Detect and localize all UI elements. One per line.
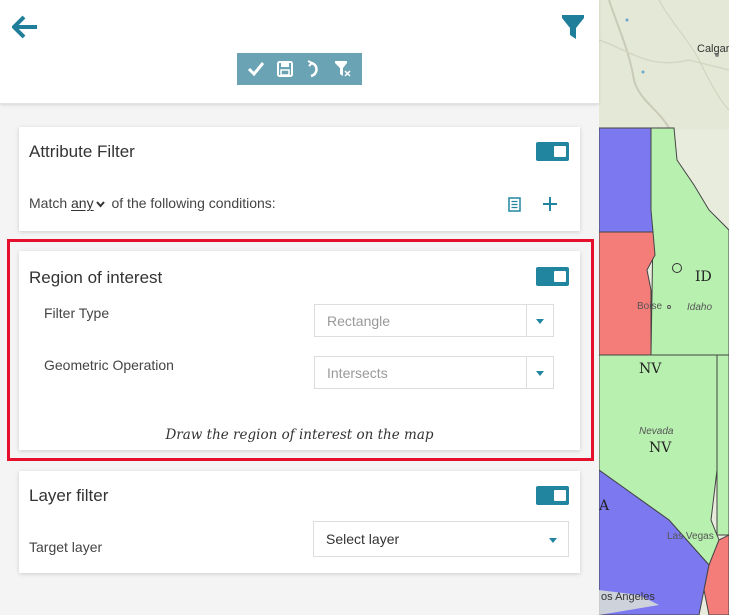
arrow-left-icon (12, 15, 37, 39)
action-toolbar (237, 53, 362, 85)
target-layer-value: Select layer (326, 531, 400, 547)
region-of-interest-card: Region of interest Filter Type Rectangle… (19, 251, 580, 450)
filter-type-label: Filter Type (44, 305, 110, 321)
layer-filter-card: Layer filter Target layer Select layer (19, 471, 580, 573)
filter-button[interactable] (558, 12, 588, 42)
attribute-filter-card: Attribute Filter Match any of the follow… (19, 127, 580, 231)
check-icon (247, 62, 264, 77)
caret-down-icon (549, 538, 557, 543)
filter-type-select[interactable]: Rectangle (314, 304, 554, 337)
map-label-idaho: Idaho (687, 302, 713, 313)
match-prefix: Match (29, 195, 68, 211)
funnel-clear-icon (335, 61, 351, 77)
chevron-down-icon[interactable] (95, 201, 105, 208)
funnel-icon (562, 15, 584, 39)
clear-filter-button[interactable] (330, 56, 356, 82)
map-label-nv-2: NV (649, 440, 672, 456)
match-suffix: of the following conditions: (111, 195, 276, 211)
map-view[interactable]: Calgar ID Boise Idaho NV Nevada NV A Las… (599, 0, 729, 615)
layer-filter-toggle[interactable] (536, 486, 569, 505)
document-list-icon (507, 196, 521, 212)
target-layer-label: Target layer (29, 539, 103, 555)
conditions-list-button[interactable] (504, 193, 524, 215)
match-type-selector[interactable]: any (71, 195, 94, 211)
map-label-nv-1: NV (639, 361, 662, 377)
geometric-operation-value: Intersects (327, 365, 388, 381)
save-button[interactable] (272, 56, 298, 82)
caret-down-icon (536, 319, 544, 324)
map-label-las-vegas: Las Vegas (667, 531, 714, 542)
map-label-id: ID (695, 269, 712, 285)
map-label-calgary: Calgar (697, 43, 729, 55)
match-condition-row: Match any of the following conditions: (29, 195, 276, 211)
filter-type-value: Rectangle (327, 313, 391, 329)
card-title: Layer filter (29, 486, 109, 505)
region-of-interest-toggle[interactable] (536, 267, 569, 286)
attribute-filter-toggle[interactable] (536, 142, 569, 161)
map-label-boise: Boise (637, 301, 663, 312)
undo-icon (307, 60, 318, 78)
caret-down-icon (536, 371, 544, 376)
target-layer-select[interactable]: Select layer (313, 521, 569, 557)
undo-button[interactable] (301, 56, 327, 82)
draw-region-note: Draw the region of interest on the map (165, 427, 434, 443)
geometric-operation-label: Geometric Operation (44, 357, 174, 373)
back-button[interactable] (10, 12, 40, 42)
geometric-operation-select[interactable]: Intersects (314, 356, 554, 389)
map-label-los-angeles: os Angeles (601, 591, 655, 603)
filter-panel: Attribute Filter Match any of the follow… (0, 0, 599, 615)
plus-icon (543, 197, 557, 211)
map-label-ca: A (599, 498, 610, 514)
apply-button[interactable] (243, 56, 269, 82)
add-condition-button[interactable] (539, 193, 561, 215)
floppy-disk-icon (276, 61, 293, 77)
panel-header (0, 0, 599, 104)
map-label-nevada: Nevada (639, 426, 674, 437)
card-title: Region of interest (29, 268, 163, 287)
card-title: Attribute Filter (29, 142, 135, 161)
